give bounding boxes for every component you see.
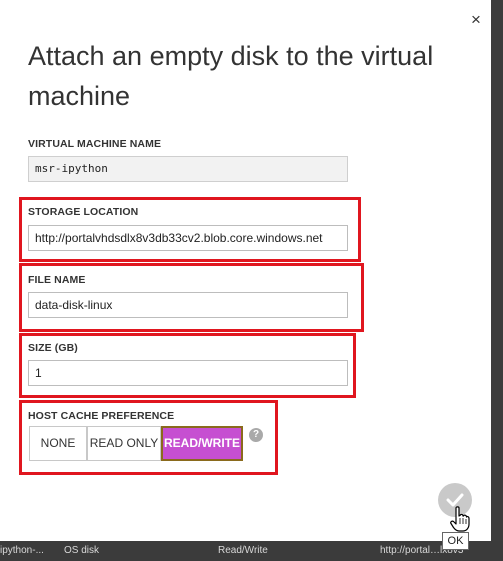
ok-tooltip: OK: [442, 532, 469, 550]
file-name-input[interactable]: data-disk-linux: [28, 292, 348, 318]
attach-disk-dialog: × Attach an empty disk to the virtual ma…: [0, 0, 491, 541]
background-row-type: OS disk: [64, 545, 100, 556]
help-icon[interactable]: ?: [249, 428, 263, 442]
host-cache-option-read-only[interactable]: READ ONLY: [87, 426, 161, 461]
background-disk-row: ipython-... OS disk Read/Write http://po…: [0, 541, 503, 561]
background-page-edge: [491, 0, 503, 561]
close-icon[interactable]: ×: [466, 10, 486, 30]
host-cache-label: HOST CACHE PREFERENCE: [28, 410, 175, 422]
storage-location-label: STORAGE LOCATION: [28, 206, 139, 218]
size-input[interactable]: 1: [28, 360, 348, 386]
size-label: SIZE (GB): [28, 342, 78, 354]
vm-name-field: msr-ipython: [28, 156, 348, 182]
background-row-name: ipython-...: [0, 545, 44, 556]
background-row-cache: Read/Write: [218, 545, 268, 556]
host-cache-option-read-write[interactable]: READ/WRITE: [161, 426, 243, 461]
dialog-title: Attach an empty disk to the virtual mach…: [28, 41, 434, 111]
file-name-label: FILE NAME: [28, 274, 86, 286]
storage-location-input[interactable]: http://portalvhdsdlx8v3db33cv2.blob.core…: [28, 225, 348, 251]
host-cache-option-none[interactable]: NONE: [29, 426, 87, 461]
vm-name-label: VIRTUAL MACHINE NAME: [28, 138, 162, 150]
hand-pointer-icon: [450, 506, 470, 532]
